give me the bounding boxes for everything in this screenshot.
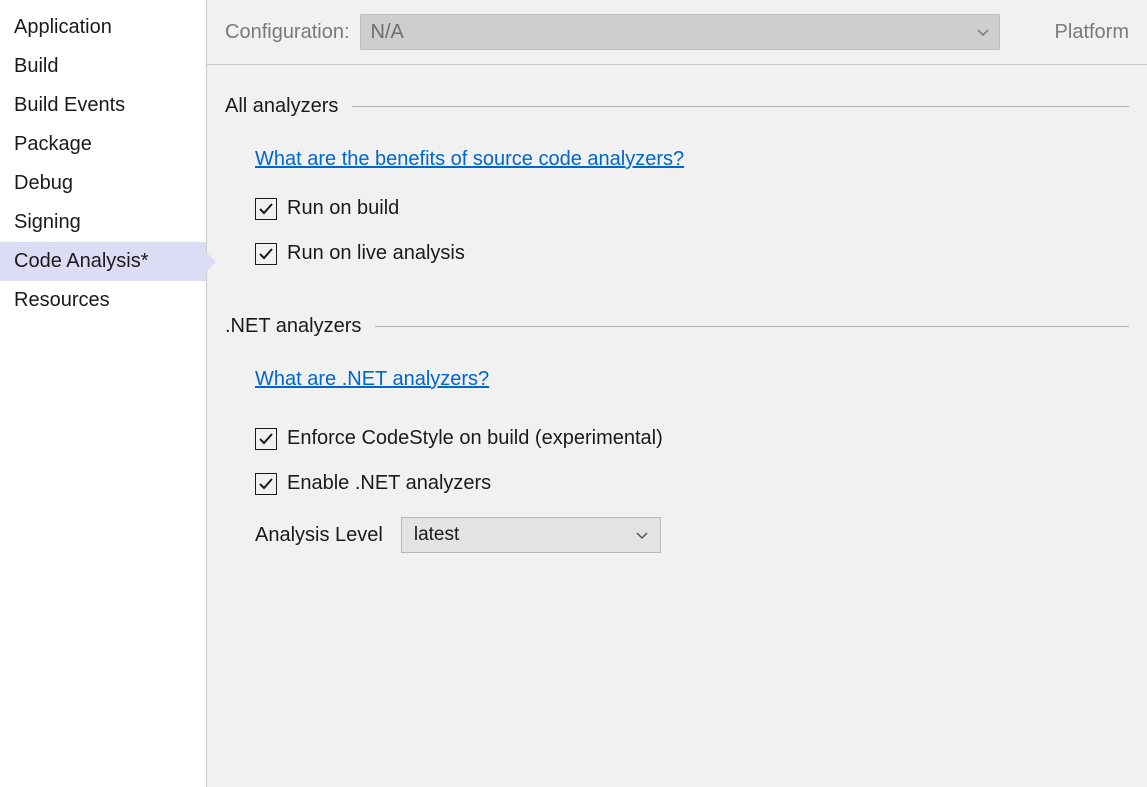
configuration-select[interactable]: N/A [360,14,1000,50]
analysis-level-value: latest [414,524,459,546]
section-body: What are the benefits of source code ana… [225,148,1129,265]
section-all-analyzers: All analyzers What are the benefits of s… [225,95,1129,265]
checkbox-row-run-on-live: Run on live analysis [255,242,1129,265]
analysis-level-label: Analysis Level [255,524,383,547]
checkbox-row-enforce-codestyle: Enforce CodeStyle on build (experimental… [255,427,1129,450]
section-net-analyzers: .NET analyzers What are .NET analyzers? … [225,315,1129,553]
checkbox-label: Enforce CodeStyle on build (experimental… [287,427,663,450]
sidebar-item-application[interactable]: Application [0,8,206,47]
checkbox-row-run-on-build: Run on build [255,197,1129,220]
checkbox-run-on-live-analysis[interactable] [255,243,277,265]
sidebar-item-build[interactable]: Build [0,47,206,86]
section-header: .NET analyzers [225,315,1129,338]
divider [352,106,1129,107]
analysis-level-select[interactable]: latest [401,517,661,553]
sidebar-item-resources[interactable]: Resources [0,281,206,320]
sidebar-item-debug[interactable]: Debug [0,164,206,203]
sidebar-item-package[interactable]: Package [0,125,206,164]
checkbox-enable-net-analyzers[interactable] [255,473,277,495]
chevron-down-icon [636,528,648,543]
field-row-analysis-level: Analysis Level latest [255,517,1129,553]
sidebar-item-build-events[interactable]: Build Events [0,86,206,125]
checkbox-label: Run on build [287,197,399,220]
divider [375,326,1129,327]
checkbox-run-on-build[interactable] [255,198,277,220]
link-analyzer-benefits[interactable]: What are the benefits of source code ana… [255,148,684,171]
sidebar-item-code-analysis[interactable]: Code Analysis* [0,242,206,281]
topbar: Configuration: N/A Platform [207,0,1147,65]
section-title-net-analyzers: .NET analyzers [225,315,361,338]
link-net-analyzers[interactable]: What are .NET analyzers? [255,368,489,391]
section-body: What are .NET analyzers? Enforce CodeSty… [225,368,1129,553]
section-title-all-analyzers: All analyzers [225,95,338,118]
checkbox-row-enable-net-analyzers: Enable .NET analyzers [255,472,1129,495]
sidebar-item-signing[interactable]: Signing [0,203,206,242]
platform-label: Platform [1055,21,1129,44]
section-header: All analyzers [225,95,1129,118]
chevron-down-icon [977,24,989,40]
configuration-label: Configuration: [225,21,350,44]
configuration-value: N/A [371,21,404,44]
checkbox-label: Run on live analysis [287,242,465,265]
main-panel: Configuration: N/A Platform All analyzer… [207,0,1147,787]
checkbox-enforce-codestyle[interactable] [255,428,277,450]
checkbox-label: Enable .NET analyzers [287,472,491,495]
sidebar: Application Build Build Events Package D… [0,0,207,787]
content: All analyzers What are the benefits of s… [207,65,1147,621]
